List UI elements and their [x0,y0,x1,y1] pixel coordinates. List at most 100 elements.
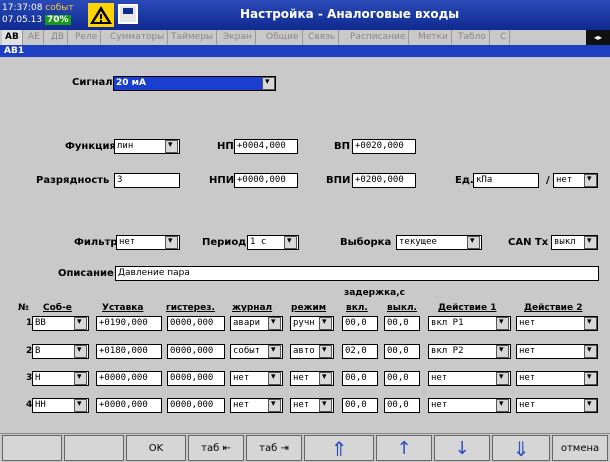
hysteresis-input[interactable]: 0000,000 [167,398,225,413]
action1-dropdown-icon[interactable] [496,399,509,412]
tab-schedule[interactable]: Расписание [347,30,410,45]
setpoint-input[interactable]: +0180,000 [96,344,162,359]
filter-label: Фильтр [74,237,118,248]
col-num: № [18,303,29,313]
window-title: Настройка - Аналоговые входы [240,7,460,21]
title-bar: 17:37:08 событ 07.05.13 70% Настройка - … [0,0,610,30]
delay-off-input[interactable]: 00,0 [384,316,420,331]
sample-label: Выборка [340,237,392,248]
action2-dropdown-icon[interactable] [584,317,597,330]
setpoint-input[interactable]: +0000,000 [96,371,162,386]
description-input[interactable]: Давление пара [115,266,599,281]
hysteresis-input[interactable]: 0000,000 [167,344,225,359]
tab-labels[interactable]: Метки [415,30,452,45]
action2-dropdown-icon[interactable] [584,372,597,385]
filter-dropdown-icon[interactable] [165,236,178,249]
function-label: Функция [65,141,116,152]
unit-separator: / [546,175,550,186]
col-on: вкл. [346,303,368,313]
hysteresis-input[interactable]: 0000,000 [167,316,225,331]
col-mode: режим [291,303,327,313]
delay-on-input[interactable]: 00,0 [342,371,378,386]
down-button[interactable]: ↓ [434,435,490,461]
tab-forward-button[interactable]: таб ⇥ [246,435,302,461]
action2-dropdown-icon[interactable] [584,345,597,358]
col-action1: Действие 1 [438,303,497,313]
vp-input[interactable]: +0020,000 [352,139,416,154]
setpoint-input[interactable]: +0190,000 [96,316,162,331]
delay-on-input[interactable]: 02,0 [342,344,378,359]
blank-button-2[interactable] [64,435,124,461]
cancel-button[interactable]: отмена [552,435,608,461]
tab-relay[interactable]: Реле [72,30,102,45]
setpoint-input[interactable]: +0000,000 [96,398,162,413]
tab-connection[interactable]: Связь [305,30,340,45]
col-hyst: гистерез. [166,303,215,313]
unit2-dropdown-icon[interactable] [584,174,597,187]
digits-label: Разрядность [36,175,110,186]
delay-off-input[interactable]: 00,0 [384,371,420,386]
tab-timers[interactable]: Таймеры [168,30,218,45]
journal-dropdown-icon[interactable] [268,317,281,330]
journal-dropdown-icon[interactable] [268,399,281,412]
event-dropdown-icon[interactable] [74,399,87,412]
delay-off-input[interactable]: 00,0 [384,344,420,359]
col-off: выкл. [387,303,417,313]
digits-input[interactable]: 3 [114,173,180,188]
signal-dropdown-icon[interactable] [262,77,275,90]
mode-dropdown-icon[interactable] [319,317,332,330]
action1-dropdown-icon[interactable] [496,345,509,358]
period-dropdown-icon[interactable] [284,236,297,249]
mode-dropdown-icon[interactable] [319,345,332,358]
save-icon[interactable] [118,4,138,24]
journal-dropdown-icon[interactable] [268,345,281,358]
action1-dropdown-icon[interactable] [496,317,509,330]
delay-off-input[interactable]: 00,0 [384,398,420,413]
tab-general[interactable]: Общие [263,30,303,45]
event-dropdown-icon[interactable] [74,372,87,385]
ok-button[interactable]: OK [126,435,186,461]
warning-icon[interactable] [88,3,114,27]
unit-label: Ед. [455,175,474,186]
cantx-label: CAN Tx [508,237,549,248]
tab-av[interactable]: АВ [2,30,23,45]
mode-dropdown-icon[interactable] [319,372,332,385]
np-input[interactable]: +0004,000 [234,139,298,154]
tab-scroll-arrows[interactable]: ◂▸ [586,30,610,45]
journal-dropdown-icon[interactable] [268,372,281,385]
tab-more[interactable]: С [497,30,511,45]
tab-display[interactable]: Табло [455,30,490,45]
tab-screen[interactable]: Экран [220,30,256,45]
bottom-toolbar: OK таб ⇤ таб ⇥ ⇑ ↑ ↓ ⇓ отмена [0,433,610,461]
tab-ae[interactable]: АЕ [25,30,44,45]
battery-badge: 70% [44,15,71,25]
action1-dropdown-icon[interactable] [496,372,509,385]
hysteresis-input[interactable]: 0000,000 [167,371,225,386]
npi-input[interactable]: +0000,000 [234,173,298,188]
vpi-input[interactable]: +0200,000 [352,173,416,188]
sample-dropdown-icon[interactable] [467,236,480,249]
signal-select[interactable]: 20 мА [113,76,276,91]
delay-on-input[interactable]: 00,0 [342,398,378,413]
event-dropdown-icon[interactable] [74,317,87,330]
page-down-button[interactable]: ⇓ [492,435,550,461]
event-dropdown-icon[interactable] [74,345,87,358]
action2-dropdown-icon[interactable] [584,399,597,412]
up-button[interactable]: ↑ [376,435,432,461]
unit-input[interactable]: кПа [473,173,539,188]
col-action2: Действие 2 [524,303,583,313]
vp-label: ВП [334,141,350,152]
tab-back-button[interactable]: таб ⇤ [188,435,244,461]
npi-label: НПИ [209,175,235,186]
status-text: событ [45,3,74,13]
tab-totalizers[interactable]: Сумматоры [107,30,169,45]
mode-dropdown-icon[interactable] [319,399,332,412]
description-label: Описание [58,268,114,279]
tab-bar: АВ АЕ ДВ Реле Сумматоры Таймеры Экран Об… [0,30,610,45]
page-up-button[interactable]: ⇑ [304,435,374,461]
delay-on-input[interactable]: 00,0 [342,316,378,331]
function-dropdown-icon[interactable] [165,140,178,153]
cantx-dropdown-icon[interactable] [584,236,597,249]
blank-button-1[interactable] [2,435,62,461]
tab-dv[interactable]: ДВ [48,30,69,45]
